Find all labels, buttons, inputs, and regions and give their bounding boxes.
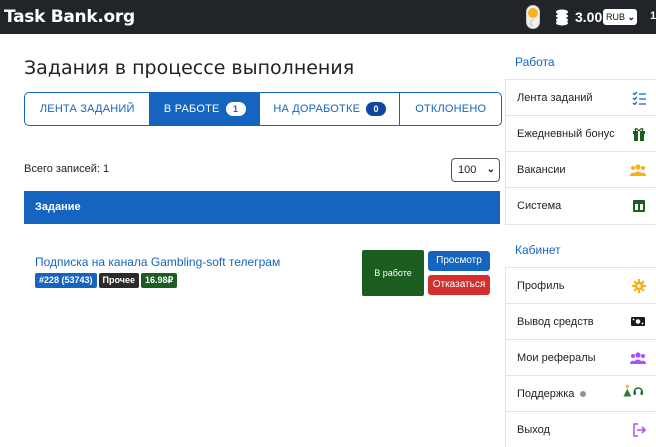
per-page-select[interactable]: 100 ⌄ xyxy=(451,158,500,182)
task-status-tabs: ЛЕНТА ЗАДАНИЙ В РАБОТЕ 1 НА ДОРАБОТКЕ 0 … xyxy=(24,92,502,126)
sidebar-section-cabinet: Кабинет xyxy=(515,243,561,257)
sidebar-item-label: Вывод средств xyxy=(517,316,594,328)
sidebar-item-profile[interactable]: Профиль xyxy=(506,268,656,304)
sidebar-item-label: Система xyxy=(517,200,562,212)
people-icon xyxy=(630,164,646,176)
sidebar-item-support[interactable]: Поддержка xyxy=(506,376,656,412)
sidebar-menu-work: Лента заданий Ежедневный бонус Вакансии … xyxy=(505,79,656,225)
sidebar-menu-cabinet: Профиль Вывод средств Мои рефералы Подде… xyxy=(505,267,656,447)
status-label: В работе xyxy=(374,268,412,278)
per-page-value: 100 xyxy=(458,164,477,176)
table-header: Задание xyxy=(24,191,500,224)
layout-icon xyxy=(633,200,645,212)
nav-user-indicator[interactable]: 1 xyxy=(650,10,656,22)
tab-task-feed[interactable]: ЛЕНТА ЗАДАНИЙ xyxy=(25,93,151,125)
tab-label: НА ДОРАБОТКЕ xyxy=(273,103,361,115)
online-status-dot xyxy=(580,391,587,398)
sidebar-item-label: Вакансии xyxy=(517,164,566,176)
balance-amount: 3.00 xyxy=(575,9,603,25)
top-navbar: Task Bank.org ☾ 3.00 RUB ⌄ 1 xyxy=(0,0,656,34)
sidebar-item-system[interactable]: Система xyxy=(506,188,656,224)
theme-toggle[interactable]: ☾ xyxy=(526,5,540,29)
people-icon xyxy=(630,352,646,364)
moon-icon: ☾ xyxy=(528,18,538,28)
tab-label: ОТКЛОНЕНО xyxy=(415,103,487,115)
headset-icon xyxy=(623,384,643,397)
task-title-link[interactable]: Подписка на канала Gambling-soft телегра… xyxy=(35,255,280,269)
view-button[interactable]: Просмотр xyxy=(428,251,490,271)
gift-icon xyxy=(633,128,645,141)
task-category-chip: Прочее xyxy=(98,273,140,288)
tab-in-progress[interactable]: В РАБОТЕ 1 xyxy=(150,93,261,125)
sidebar-item-label: Лента заданий xyxy=(517,92,593,104)
chevron-down-icon: ⌄ xyxy=(486,164,495,175)
sidebar-item-withdraw[interactable]: Вывод средств xyxy=(506,304,656,340)
gear-icon xyxy=(632,279,646,293)
tab-count-badge: 0 xyxy=(366,102,387,116)
sidebar-item-task-feed[interactable]: Лента заданий xyxy=(506,80,656,116)
sidebar-item-daily-bonus[interactable]: Ежедневный бонус xyxy=(506,116,656,152)
task-id-chip: #228 (53743) xyxy=(35,273,97,288)
page-title: Задания в процессе выполнения xyxy=(24,57,355,79)
records-count: Всего записей: 1 xyxy=(24,163,110,175)
chevron-down-icon: ⌄ xyxy=(627,12,635,22)
status-badge: В работе xyxy=(362,250,424,296)
tab-revision[interactable]: НА ДОРАБОТКЕ 0 xyxy=(260,93,401,125)
sidebar-item-vacancies[interactable]: Вакансии xyxy=(506,152,656,188)
logout-icon xyxy=(633,423,646,437)
brand-logo[interactable]: Task Bank.org xyxy=(4,7,135,27)
sidebar-item-label: Поддержка xyxy=(517,388,575,400)
refuse-button[interactable]: Отказаться xyxy=(428,275,490,295)
checklist-icon xyxy=(632,91,646,105)
sidebar-item-referrals[interactable]: Мои рефералы xyxy=(506,340,656,376)
sidebar-item-logout[interactable]: Выход xyxy=(506,412,656,447)
task-chips: #228 (53743) Прочее 16.98₽ xyxy=(35,273,178,288)
sidebar-item-label: Мои рефералы xyxy=(517,352,596,364)
currency-value: RUB xyxy=(606,12,626,22)
sun-icon xyxy=(528,8,538,18)
tab-label: В РАБОТЕ xyxy=(163,103,220,115)
tab-rejected[interactable]: ОТКЛОНЕНО xyxy=(400,93,501,125)
coins-icon xyxy=(556,9,568,26)
currency-select[interactable]: RUB ⌄ xyxy=(603,9,637,25)
tab-label: ЛЕНТА ЗАДАНИЙ xyxy=(39,103,135,115)
tab-count-badge: 1 xyxy=(225,102,246,116)
sidebar-item-label: Профиль xyxy=(517,280,565,292)
sidebar-item-label: Ежедневный бонус xyxy=(517,128,615,140)
task-price-chip: 16.98₽ xyxy=(141,273,178,288)
cash-icon xyxy=(631,317,645,326)
sidebar-item-label: Выход xyxy=(517,424,550,436)
sidebar-section-work: Работа xyxy=(515,55,555,69)
